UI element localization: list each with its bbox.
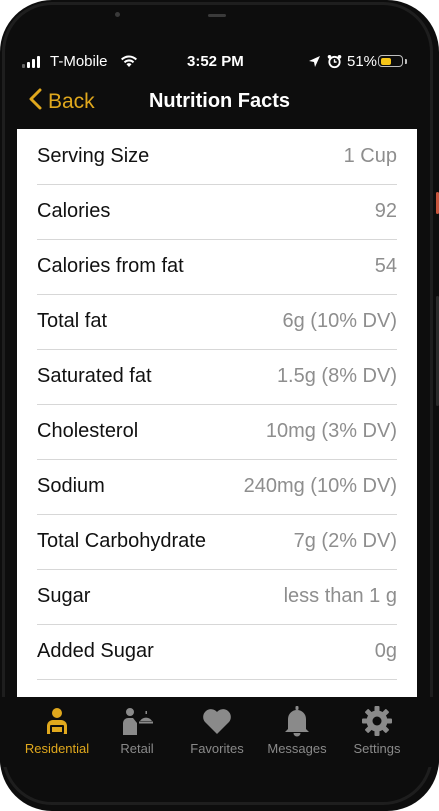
tab-residential[interactable]: Residential — [17, 703, 97, 756]
nutrient-value: 7g (2% DV) — [293, 530, 397, 552]
tab-retail[interactable]: Retail — [97, 703, 177, 756]
nutrient-label: Cholesterol — [37, 420, 139, 442]
gear-icon — [337, 703, 417, 739]
front-camera — [115, 12, 120, 17]
nutrient-label: Saturated fat — [37, 365, 152, 387]
list-item: Sugar less than 1 g — [37, 569, 397, 625]
nutrient-label: Sugar — [37, 585, 91, 607]
nutrient-value: 0g — [374, 640, 397, 662]
carrier-name: T-Mobile — [50, 53, 108, 70]
list-item: Saturated fat 1.5g (8% DV) — [37, 349, 397, 405]
list-item: Serving Size 1 Cup — [37, 129, 397, 185]
battery-cap — [405, 59, 407, 64]
nutrient-label: Serving Size — [37, 145, 150, 167]
tab-favorites[interactable]: Favorites — [177, 703, 257, 756]
nutrition-facts-list[interactable]: Serving Size 1 Cup Calories 92 Calories … — [17, 129, 417, 697]
tab-label: Messages — [267, 741, 327, 756]
nutrient-value: 92 — [374, 200, 397, 222]
nutrient-label: Calories — [37, 200, 111, 222]
battery-icon — [378, 55, 403, 67]
tab-bar: Residential Retail Favorites Messages Se… — [0, 697, 439, 767]
list-item: Total Carbohydrate 7g (2% DV) — [37, 514, 397, 570]
battery-percent: 51% — [347, 53, 378, 70]
page-title: Nutrition Facts — [148, 90, 291, 112]
tab-settings[interactable]: Settings — [337, 703, 417, 756]
status-time: 3:52 PM — [187, 53, 244, 70]
tab-label: Settings — [353, 741, 401, 756]
nutrient-value: 1 Cup — [343, 145, 397, 167]
nutrient-value: 6g (10% DV) — [282, 310, 398, 332]
battery-level — [380, 57, 391, 65]
nutrient-value: less than 1 g — [283, 585, 397, 607]
nutrient-value: 240mg (10% DV) — [243, 475, 397, 497]
heart-icon — [177, 703, 257, 739]
bell-icon — [257, 703, 337, 739]
list-item: Sodium 240mg (10% DV) — [37, 459, 397, 515]
tab-label: Favorites — [190, 741, 244, 756]
wifi-icon — [120, 54, 138, 72]
list-item: Calories 92 — [37, 184, 397, 240]
alarm-clock-icon — [327, 54, 342, 73]
tab-messages[interactable]: Messages — [257, 703, 337, 756]
list-item: Cholesterol 10mg (3% DV) — [37, 404, 397, 460]
status-bar: T-Mobile 3:52 PM 51% — [22, 52, 411, 74]
list-item: Total fat 6g (10% DV) — [37, 294, 397, 350]
residential-icon — [17, 703, 97, 739]
tab-label: Retail — [120, 741, 154, 756]
location-arrow-icon — [308, 55, 321, 72]
earpiece-speaker — [208, 14, 226, 17]
retail-icon — [97, 703, 177, 739]
phone-frame: T-Mobile 3:52 PM 51% Back Nutrition Fact… — [0, 0, 439, 811]
nutrient-label: Added Sugar — [37, 640, 154, 662]
list-item: Calories from fat 54 — [37, 239, 397, 295]
nutrient-value: 1.5g (8% DV) — [276, 365, 397, 387]
nutrient-label: Total fat — [37, 310, 108, 332]
navigation-bar: Back Nutrition Facts — [0, 84, 439, 120]
list-item: Added Sugar 0g — [37, 624, 397, 680]
cellular-signal-icon — [22, 56, 40, 68]
tab-label: Residential — [24, 741, 90, 756]
nutrient-label: Sodium — [37, 475, 105, 497]
nutrient-value: 54 — [374, 255, 397, 277]
nutrient-label: Total Carbohydrate — [37, 530, 206, 552]
nutrient-label: Calories from fat — [37, 255, 184, 277]
nutrient-value: 10mg (3% DV) — [265, 420, 397, 442]
